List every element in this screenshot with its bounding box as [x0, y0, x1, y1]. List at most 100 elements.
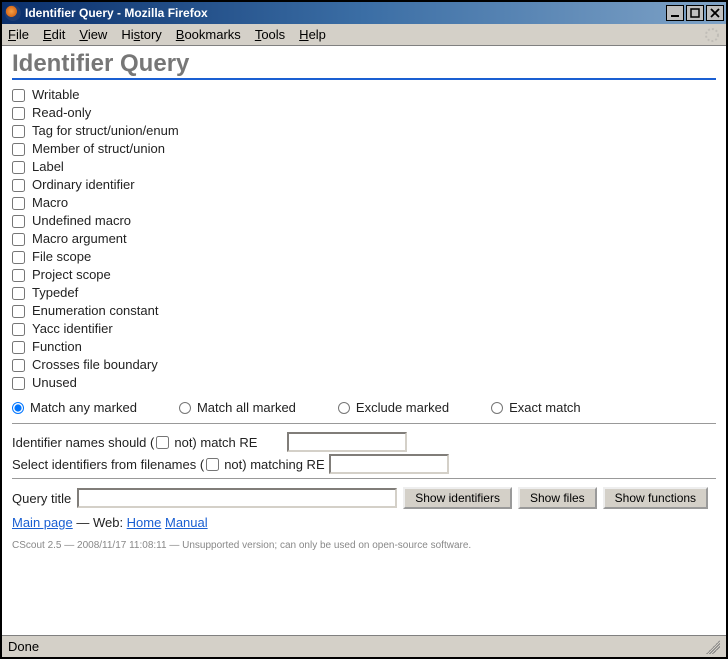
- checkbox-crosses-boundary[interactable]: [12, 359, 25, 372]
- match-mode-radios: Match any marked Match all marked Exclud…: [12, 400, 716, 415]
- checkbox-tag-struct[interactable]: [12, 125, 25, 138]
- window-title: Identifier Query - Mozilla Firefox: [25, 6, 666, 20]
- window-controls: [666, 5, 724, 21]
- query-title-label: Query title: [12, 491, 71, 506]
- checkbox-file-scope[interactable]: [12, 251, 25, 264]
- menu-tools[interactable]: Tools: [255, 27, 285, 42]
- filename-re-row: Select identifiers from filenames ( not)…: [12, 454, 716, 474]
- menu-bookmarks[interactable]: Bookmarks: [176, 27, 241, 42]
- checkbox-row: Macro: [12, 194, 716, 212]
- radio-exact-input[interactable]: [491, 402, 503, 414]
- menu-edit[interactable]: Edit: [43, 27, 65, 42]
- checkbox-writable[interactable]: [12, 89, 25, 102]
- separator: [12, 423, 716, 424]
- throbber-icon: [704, 27, 720, 43]
- checkbox-label: Writable: [32, 86, 79, 104]
- checkbox-yacc[interactable]: [12, 323, 25, 336]
- menu-file[interactable]: File: [8, 27, 29, 42]
- checkbox-ordinary[interactable]: [12, 179, 25, 192]
- close-icon: [710, 8, 720, 18]
- show-identifiers-button[interactable]: Show identifiers: [403, 487, 512, 509]
- checkbox-label[interactable]: [12, 161, 25, 174]
- checkbox-row: Yacc identifier: [12, 320, 716, 338]
- checkbox-project-scope[interactable]: [12, 269, 25, 282]
- page-content: Identifier Query Writable Read-only Tag …: [2, 46, 726, 635]
- checkbox-row: Member of struct/union: [12, 140, 716, 158]
- version-footer: CScout 2.5 — 2008/11/17 11:08:11 — Unsup…: [12, 540, 716, 551]
- show-functions-button[interactable]: Show functions: [603, 487, 708, 509]
- checkbox-label: Yacc identifier: [32, 320, 113, 338]
- re-prefix: Identifier names should (: [12, 435, 154, 450]
- checkbox-row: Function: [12, 338, 716, 356]
- checkbox-row: Ordinary identifier: [12, 176, 716, 194]
- separator: [12, 478, 716, 479]
- minimize-button[interactable]: [666, 5, 684, 21]
- checkbox-unused[interactable]: [12, 377, 25, 390]
- radio-match-all: Match all marked: [179, 400, 296, 415]
- page-title: Identifier Query: [12, 50, 716, 80]
- radio-exact: Exact match: [491, 400, 581, 415]
- checkbox-macro-argument[interactable]: [12, 233, 25, 246]
- checkbox-label: Enumeration constant: [32, 302, 158, 320]
- radio-label: Exclude marked: [356, 400, 449, 415]
- show-files-button[interactable]: Show files: [518, 487, 597, 509]
- checkbox-label: Ordinary identifier: [32, 176, 135, 194]
- checkbox-enum-constant[interactable]: [12, 305, 25, 318]
- checkbox-label: File scope: [32, 248, 91, 266]
- filename-not-checkbox[interactable]: [206, 458, 219, 471]
- maximize-button[interactable]: [686, 5, 704, 21]
- re-suffix: not) match RE: [174, 435, 257, 450]
- menu-view[interactable]: View: [79, 27, 107, 42]
- checkbox-label: Label: [32, 158, 64, 176]
- checkbox-row: Typedef: [12, 284, 716, 302]
- radio-match-any-input[interactable]: [12, 402, 24, 414]
- checkbox-row: Crosses file boundary: [12, 356, 716, 374]
- checkbox-row: Tag for struct/union/enum: [12, 122, 716, 140]
- menu-history[interactable]: History: [121, 27, 161, 42]
- manual-link[interactable]: Manual: [165, 515, 208, 530]
- resize-grip-icon[interactable]: [706, 640, 720, 654]
- checkbox-row: Macro argument: [12, 230, 716, 248]
- checkbox-label: Member of struct/union: [32, 140, 165, 158]
- query-title-row: Query title Show identifiers Show files …: [12, 487, 716, 509]
- maximize-icon: [690, 8, 700, 18]
- checkbox-row: Read-only: [12, 104, 716, 122]
- checkbox-undefined-macro[interactable]: [12, 215, 25, 228]
- menu-help[interactable]: Help: [299, 27, 326, 42]
- checkbox-row: Writable: [12, 86, 716, 104]
- filename-re-input[interactable]: [329, 454, 449, 474]
- checkbox-label: Project scope: [32, 266, 111, 284]
- checkbox-row: Unused: [12, 374, 716, 392]
- close-button[interactable]: [706, 5, 724, 21]
- identifier-not-checkbox[interactable]: [156, 436, 169, 449]
- identifier-re-row: Identifier names should ( not) match RE: [12, 432, 716, 452]
- checkbox-label: Function: [32, 338, 82, 356]
- radio-match-all-input[interactable]: [179, 402, 191, 414]
- statusbar: Done: [2, 635, 726, 657]
- checkbox-label: Unused: [32, 374, 77, 392]
- status-text: Done: [8, 639, 39, 654]
- checkbox-function[interactable]: [12, 341, 25, 354]
- checkbox-label: Tag for struct/union/enum: [32, 122, 179, 140]
- checkbox-read-only[interactable]: [12, 107, 25, 120]
- radio-exclude-input[interactable]: [338, 402, 350, 414]
- checkbox-label: Read-only: [32, 104, 91, 122]
- checkbox-label: Macro argument: [32, 230, 127, 248]
- checkbox-member[interactable]: [12, 143, 25, 156]
- link-sep: — Web:: [73, 515, 127, 530]
- radio-label: Match all marked: [197, 400, 296, 415]
- identifier-re-input[interactable]: [287, 432, 407, 452]
- menubar: File Edit View History Bookmarks Tools H…: [2, 24, 726, 46]
- titlebar: Identifier Query - Mozilla Firefox: [2, 2, 726, 24]
- query-title-input[interactable]: [77, 488, 397, 508]
- radio-match-any: Match any marked: [12, 400, 137, 415]
- main-page-link[interactable]: Main page: [12, 515, 73, 530]
- checkbox-label: Undefined macro: [32, 212, 131, 230]
- home-link[interactable]: Home: [127, 515, 162, 530]
- checkbox-macro[interactable]: [12, 197, 25, 210]
- checkbox-typedef[interactable]: [12, 287, 25, 300]
- radio-label: Exact match: [509, 400, 581, 415]
- checkbox-row: Enumeration constant: [12, 302, 716, 320]
- checkbox-row: Project scope: [12, 266, 716, 284]
- attribute-checkbox-list: Writable Read-only Tag for struct/union/…: [12, 86, 716, 392]
